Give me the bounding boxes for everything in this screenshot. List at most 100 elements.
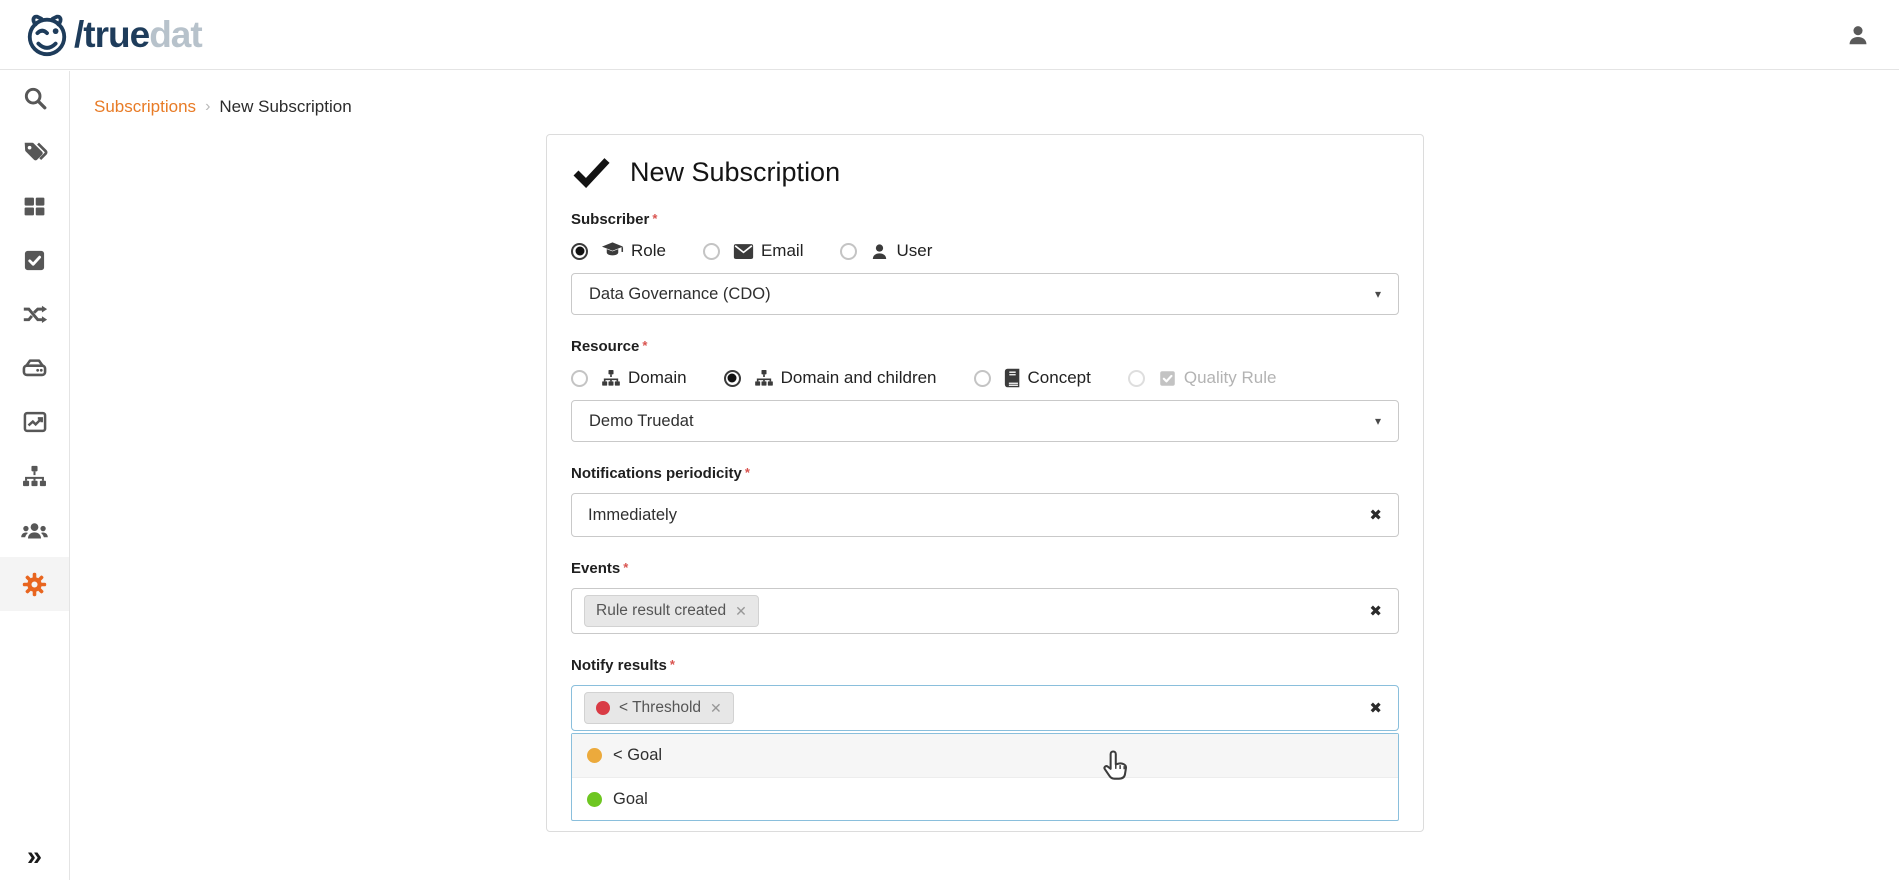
notify-results-dropdown: < Goal Goal	[571, 733, 1399, 821]
tag-threshold: < Threshold ✕	[584, 692, 734, 724]
tag-rule-result-created: Rule result created ✕	[584, 595, 759, 627]
breadcrumb: Subscriptions › New Subscription	[94, 97, 1899, 117]
sitemap-icon	[21, 463, 48, 490]
graduation-cap-icon	[601, 241, 624, 261]
hard-drive-icon	[21, 355, 48, 382]
sidebar-item-settings[interactable]	[0, 557, 69, 611]
tag-label: Rule result created	[596, 602, 726, 620]
radio-resource-quality-rule: Quality Rule	[1128, 368, 1277, 388]
sidebar-item-tasks[interactable]	[0, 233, 69, 287]
gear-icon	[21, 571, 48, 598]
owl-logo-icon	[24, 12, 70, 58]
radio-label: Domain	[628, 368, 687, 388]
clear-icon[interactable]: ✖	[1369, 604, 1382, 619]
caret-down-icon: ▾	[1375, 414, 1381, 428]
goal-color-dot	[587, 792, 602, 807]
periodicity-input[interactable]: Immediately ✖	[571, 493, 1399, 537]
resource-select[interactable]: Demo Truedat ▾	[571, 400, 1399, 442]
radio-resource-concept[interactable]: Concept	[974, 368, 1091, 388]
sidebar-item-data-sources[interactable]	[0, 341, 69, 395]
radio-label: Email	[761, 241, 804, 261]
tags-icon	[22, 139, 48, 165]
radio-button[interactable]	[571, 370, 588, 387]
option-label: < Goal	[613, 746, 662, 765]
envelope-icon	[733, 243, 754, 260]
shuffle-icon	[21, 301, 48, 328]
logo-text-bold: /true	[74, 14, 149, 55]
radio-button[interactable]	[974, 370, 991, 387]
sidebar-nav: »	[0, 71, 70, 880]
search-icon	[22, 85, 48, 111]
breadcrumb-subscriptions-link[interactable]: Subscriptions	[94, 97, 196, 117]
dropdown-option-goal[interactable]: Goal	[572, 777, 1398, 820]
radio-subscriber-email[interactable]: Email	[703, 241, 804, 261]
radio-button-checked[interactable]	[571, 243, 588, 260]
radio-button[interactable]	[703, 243, 720, 260]
radio-subscriber-user[interactable]: User	[840, 241, 932, 261]
radio-label: User	[896, 241, 932, 261]
resource-label: Resource*	[571, 338, 1399, 355]
periodicity-label: Notifications periodicity*	[571, 465, 1399, 482]
logo-wordmark: /truedat	[74, 16, 202, 53]
radio-label: Concept	[1028, 368, 1091, 388]
tag-label: < Threshold	[619, 699, 701, 717]
option-label: Goal	[613, 790, 648, 809]
tag-remove-icon[interactable]: ✕	[735, 603, 747, 620]
top-header: /truedat	[0, 0, 1899, 70]
sitemap-icon	[754, 368, 774, 388]
check-square-icon	[1158, 369, 1177, 388]
caret-down-icon: ▾	[1375, 287, 1381, 301]
sidebar-item-groups[interactable]	[0, 503, 69, 557]
app-page: /truedat	[0, 0, 1899, 880]
notify-results-input[interactable]: < Threshold ✕ ✖	[571, 685, 1399, 731]
periodicity-value: Immediately	[584, 506, 1369, 525]
user-menu-button[interactable]	[1845, 22, 1871, 48]
radio-subscriber-role[interactable]: Role	[571, 241, 666, 261]
threshold-color-dot	[596, 701, 610, 715]
sidebar-item-grid[interactable]	[0, 179, 69, 233]
notify-results-label: Notify results*	[571, 657, 1399, 674]
radio-button[interactable]	[840, 243, 857, 260]
radio-label: Quality Rule	[1184, 368, 1277, 388]
lt-goal-color-dot	[587, 748, 602, 763]
dropdown-option-lt-goal[interactable]: < Goal	[572, 734, 1398, 777]
radio-resource-domain[interactable]: Domain	[571, 368, 687, 388]
radio-button-checked[interactable]	[724, 370, 741, 387]
subscriber-radio-group: Role Email	[571, 241, 1399, 261]
breadcrumb-current: New Subscription	[219, 97, 351, 117]
main-content: Subscriptions › New Subscription New Sub…	[71, 71, 1899, 880]
angle-double-right-icon: »	[27, 841, 42, 872]
truedat-logo[interactable]: /truedat	[24, 12, 202, 58]
radio-label: Role	[631, 241, 666, 261]
breadcrumb-separator: ›	[196, 98, 219, 116]
book-icon	[1004, 368, 1021, 388]
tag-remove-icon[interactable]: ✕	[710, 700, 722, 717]
sitemap-icon	[601, 368, 621, 388]
subscriber-select[interactable]: Data Governance (CDO) ▾	[571, 273, 1399, 315]
sidebar-item-search[interactable]	[0, 71, 69, 125]
events-tags: Rule result created ✕	[584, 589, 1369, 633]
clear-icon[interactable]: ✖	[1369, 701, 1382, 716]
card-title: New Subscription	[571, 157, 1399, 188]
chart-line-icon	[22, 409, 48, 435]
sidebar-collapse-button[interactable]: »	[0, 834, 69, 878]
radio-resource-domain-children[interactable]: Domain and children	[724, 368, 937, 388]
logo-text-light: dat	[149, 14, 202, 55]
user-icon	[870, 242, 889, 261]
select-value: Demo Truedat	[589, 412, 694, 431]
grid-icon	[22, 194, 47, 219]
subscriber-label: Subscriber*	[571, 211, 1399, 228]
radio-label: Domain and children	[781, 368, 937, 388]
users-icon	[20, 516, 49, 545]
events-label: Events*	[571, 560, 1399, 577]
events-input[interactable]: Rule result created ✕ ✖	[571, 588, 1399, 634]
radio-button-disabled	[1128, 370, 1145, 387]
page-title: New Subscription	[630, 157, 840, 188]
sidebar-item-taxonomy[interactable]	[0, 449, 69, 503]
sidebar-item-shuffle[interactable]	[0, 287, 69, 341]
check-square-icon	[22, 248, 47, 273]
sidebar-item-charts[interactable]	[0, 395, 69, 449]
clear-icon[interactable]: ✖	[1369, 508, 1382, 523]
new-subscription-card: New Subscription Subscriber* Role	[546, 134, 1424, 832]
sidebar-item-tags[interactable]	[0, 125, 69, 179]
